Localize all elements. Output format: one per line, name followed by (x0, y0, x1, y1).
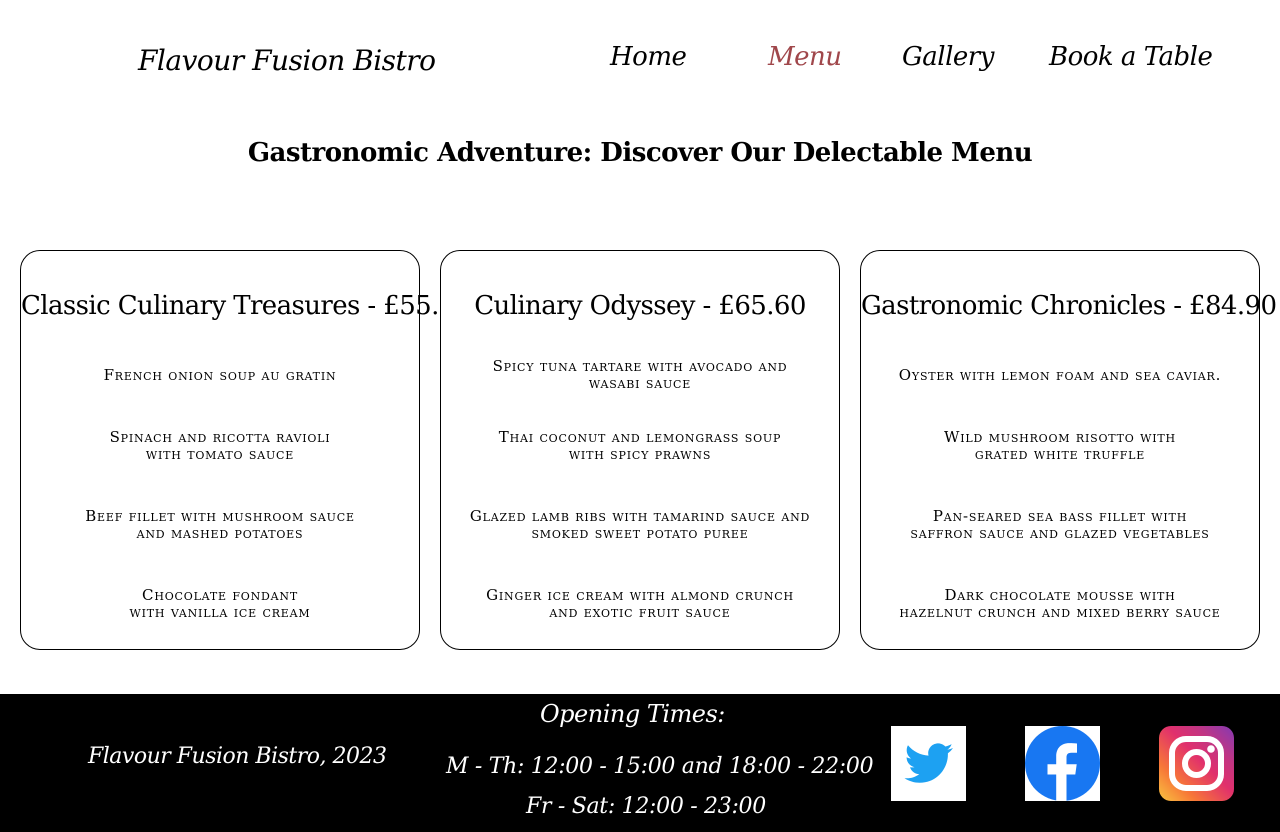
opening-hours-line: M - Th: 12:00 - 15:00 and 18:00 - 22:00 (446, 754, 874, 779)
menu-card-odyssey: Culinary Odyssey - £65.60 Spicy tuna tar… (440, 250, 840, 650)
nav-home-link[interactable]: Home (610, 42, 687, 72)
menu-dish: Ginger ice cream with almond crunch and e… (486, 586, 794, 621)
menu-dish: Oyster with lemon foam and sea caviar. (898, 366, 1222, 384)
menu-dish: Wild mushroom risotto with grated white t… (944, 428, 1176, 463)
nav-gallery-link[interactable]: Gallery (902, 42, 994, 72)
instagram-icon[interactable] (1159, 726, 1234, 801)
menu-dish: Glazed lamb ribs with tamarind sauce and… (469, 507, 811, 542)
menu-dish: Pan-seared sea bass fillet with saffron s… (910, 507, 1210, 542)
menu-card-title: Gastronomic Chronicles - £84.90 (861, 291, 1277, 321)
menu-dish: Chocolate fondant with vanilla ice cream (129, 586, 311, 621)
facebook-icon[interactable] (1025, 726, 1100, 801)
menu-card-classic: Classic Culinary Treasures - £55.50 Fren… (20, 250, 471, 650)
menu-dish: Spinach and ricotta ravioli with tomato s… (109, 428, 331, 463)
menu-dish: Spicy tuna tartare with avocado and wasab… (492, 357, 788, 392)
brand-logo-text[interactable]: Flavour Fusion Bistro (138, 44, 436, 77)
menu-card-title: Culinary Odyssey - £65.60 (474, 291, 806, 321)
page-title: Gastronomic Adventure: Discover Our Dele… (247, 138, 1033, 168)
menu-card-title: Classic Culinary Treasures - £55.50 (21, 291, 471, 321)
site-footer: Flavour Fusion Bistro, 2023 Opening Time… (0, 694, 1280, 832)
opening-times-title: Opening Times: (540, 700, 725, 728)
menu-dish: Dark chocolate mousse with hazelnut crunc… (899, 586, 1221, 621)
opening-hours-line: Fr - Sat: 12:00 - 23:00 (526, 794, 766, 819)
nav-book-table-link[interactable]: Book a Table (1049, 42, 1213, 72)
footer-copyright: Flavour Fusion Bistro, 2023 (88, 744, 387, 769)
menu-dish: Thai coconut and lemongrass soup with spi… (498, 428, 782, 463)
menu-dish: Beef fillet with mushroom sauce and mashe… (85, 507, 355, 542)
twitter-icon[interactable] (891, 726, 966, 801)
menu-card-chronicles: Gastronomic Chronicles - £84.90 Oyster w… (860, 250, 1277, 650)
menu-dish: French onion soup au gratin (103, 366, 337, 384)
nav-menu-link[interactable]: Menu (768, 42, 842, 72)
